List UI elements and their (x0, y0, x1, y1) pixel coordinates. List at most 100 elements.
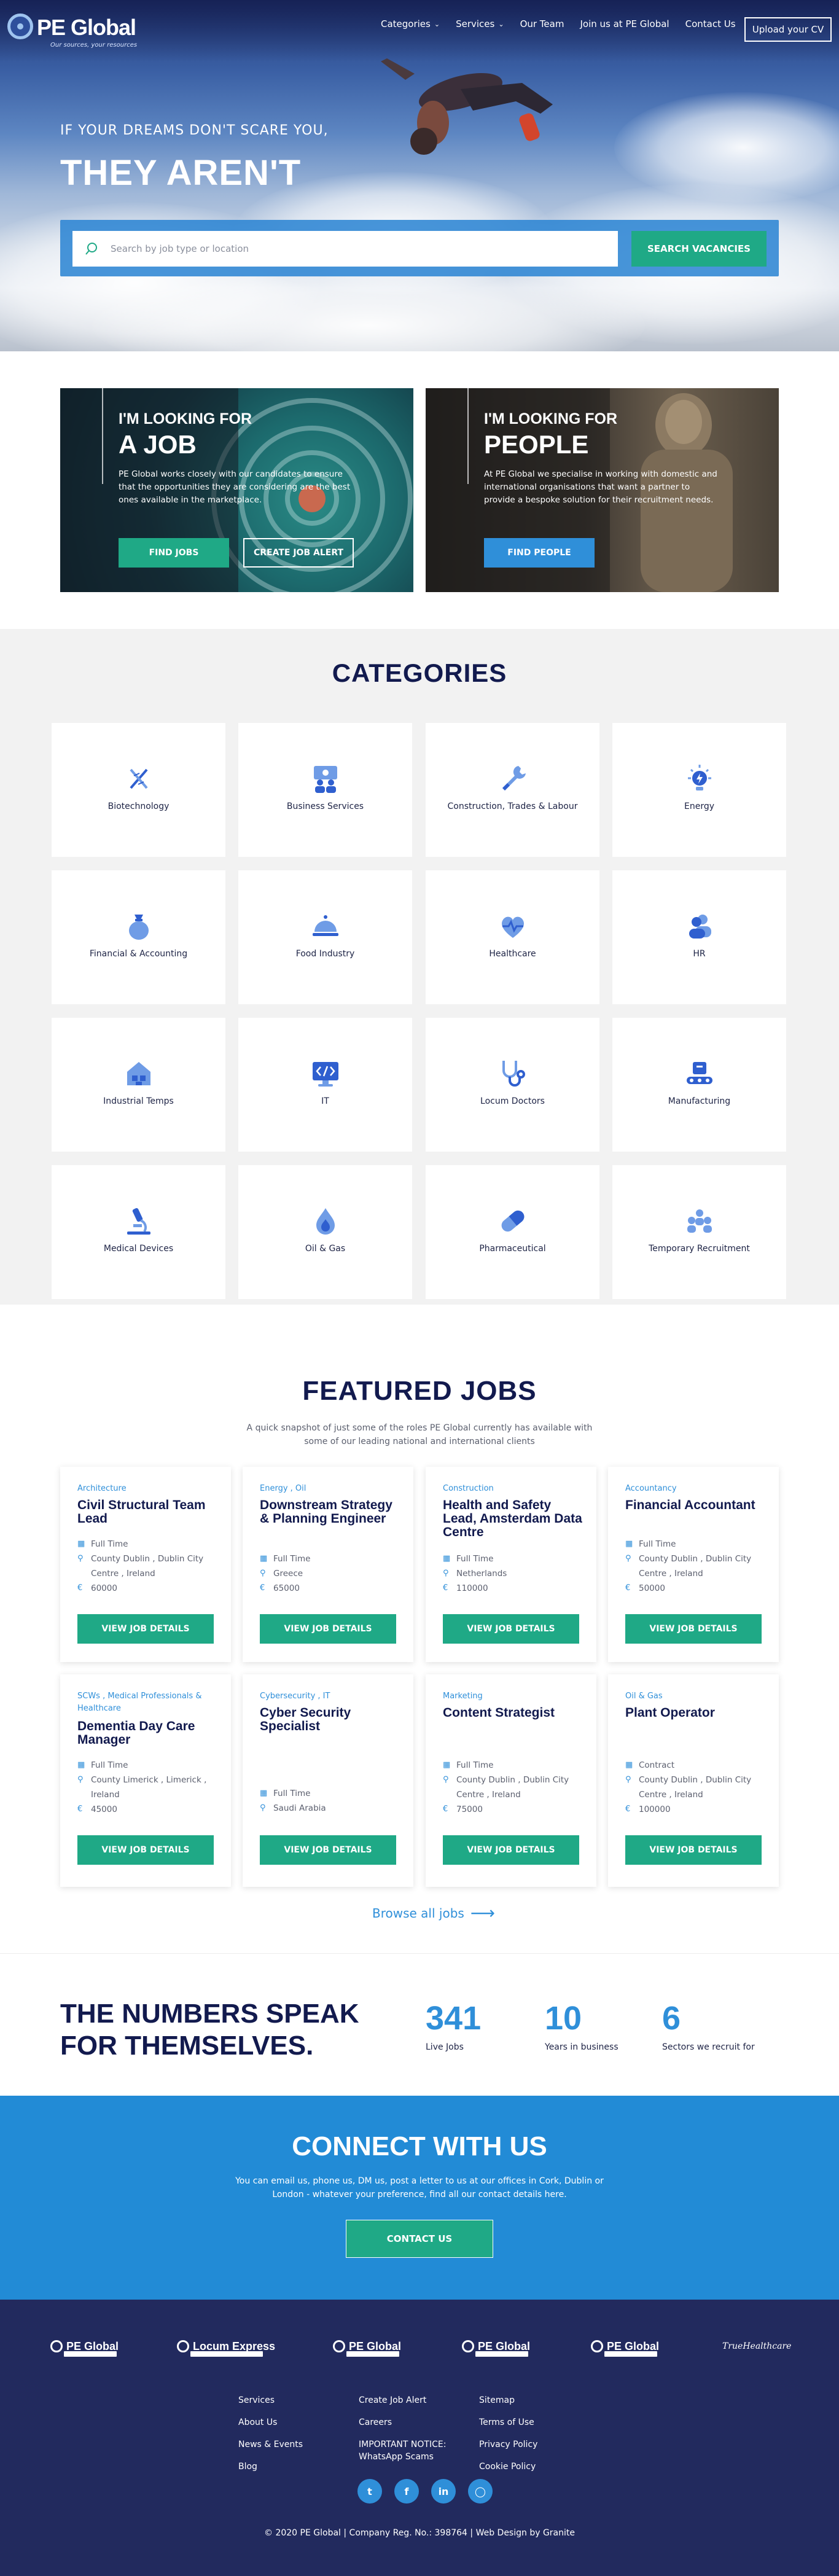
view-job-details-button[interactable]: VIEW JOB DETAILS (443, 1835, 579, 1865)
footer-logo[interactable]: PE Global (50, 2335, 119, 2357)
category-it[interactable]: IT (238, 1018, 412, 1152)
category-medical-devices[interactable]: Medical Devices (52, 1165, 225, 1299)
briefcase-icon: ▦ (625, 1760, 633, 1770)
browse-all-jobs-link[interactable]: Browse all jobs ⟶ (372, 1903, 495, 1923)
job-card[interactable]: Cybersecurity , IT Cyber Security Specia… (243, 1674, 413, 1887)
twitter-icon[interactable]: t (357, 2479, 382, 2504)
footer-link[interactable]: About Us (238, 2411, 303, 2434)
search-icon (85, 243, 97, 255)
job-title[interactable]: Financial Accountant (625, 1499, 770, 1512)
nav-categories[interactable]: Categories ⌄ (381, 18, 440, 29)
search-bar: SEARCH VACANCIES (60, 220, 779, 276)
job-title[interactable]: Cyber Security Specialist (260, 1706, 404, 1733)
job-card[interactable]: Oil & Gas Plant Operator ▦ Contract ⚲ Coun… (608, 1674, 779, 1887)
view-job-details-button[interactable]: VIEW JOB DETAILS (625, 1614, 762, 1644)
footer-link[interactable]: Cookie Policy (479, 2456, 537, 2478)
footer-link[interactable]: News & Events (238, 2434, 303, 2456)
linkedin-icon[interactable]: in (431, 2479, 456, 2504)
category-temporary-recruitment[interactable]: Temporary Recruitment (612, 1165, 786, 1299)
job-card[interactable]: Energy , Oil Downstream Strategy & Plann… (243, 1467, 413, 1662)
job-card[interactable]: SCWs , Medical Professionals & Healthcar… (60, 1674, 231, 1887)
footer-link[interactable]: Privacy Policy (479, 2434, 537, 2456)
heart-pulse-icon (501, 916, 524, 938)
footer-link[interactable]: Careers (359, 2411, 451, 2434)
footer-link[interactable]: Services (238, 2389, 303, 2411)
site-logo[interactable]: PE Global Our sources, your resources (7, 11, 149, 52)
view-job-details-button[interactable]: VIEW JOB DETAILS (443, 1614, 579, 1644)
job-title[interactable]: Dementia Day Care Manager (77, 1720, 222, 1747)
job-title[interactable]: Content Strategist (443, 1706, 587, 1720)
logo-mark-icon (333, 2340, 345, 2352)
category-hr[interactable]: HR (612, 870, 786, 1004)
view-job-details-button[interactable]: VIEW JOB DETAILS (260, 1614, 396, 1644)
job-card[interactable]: Accountancy Financial Accountant ▦ Full T… (608, 1467, 779, 1662)
contact-us-button[interactable]: CONTACT US (346, 2220, 493, 2258)
stat-label: Years in business (545, 2042, 619, 2052)
looking-for-people-card: I'M LOOKING FOR PEOPLE At PE Global we s… (426, 388, 779, 592)
job-title[interactable]: Downstream Strategy & Planning Engineer (260, 1499, 404, 1526)
footer-column: Create Job Alert Careers IMPORTANT NOTIC… (359, 2389, 451, 2463)
category-energy[interactable]: Energy (612, 723, 786, 857)
microscope-icon (127, 1208, 150, 1235)
location-pin-icon: ⚲ (625, 1775, 631, 1784)
footer-logo[interactable]: PE Global (333, 2335, 401, 2357)
nav-join-us[interactable]: Join us at PE Global (580, 18, 669, 29)
briefcase-icon: ▦ (443, 1554, 451, 1563)
footer-logo[interactable]: PE Global (462, 2335, 530, 2357)
job-title[interactable]: Plant Operator (625, 1706, 770, 1720)
category-industrial-temps[interactable]: Industrial Temps (52, 1018, 225, 1152)
dna-icon (129, 768, 148, 789)
footer-link[interactable]: Create Job Alert (359, 2389, 451, 2411)
category-financial[interactable]: Financial & Accounting (52, 870, 225, 1004)
view-job-details-button[interactable]: VIEW JOB DETAILS (260, 1835, 396, 1865)
wrench-icon (502, 766, 526, 790)
hero-title: THEY AREN'T (60, 153, 302, 193)
search-input[interactable] (72, 231, 618, 267)
footer-logo[interactable]: PE Global (591, 2335, 659, 2357)
logo-mark-icon (591, 2340, 603, 2352)
category-biotechnology[interactable]: Biotechnology (52, 723, 225, 857)
euro-icon: € (443, 1805, 448, 1814)
nav-contact-us[interactable]: Contact Us (685, 18, 736, 29)
facebook-icon[interactable]: f (394, 2479, 419, 2504)
category-pharmaceutical[interactable]: Pharmaceutical (426, 1165, 599, 1299)
category-food-industry[interactable]: Food Industry (238, 870, 412, 1004)
job-title[interactable]: Health and Safety Lead, Amsterdam Data C… (443, 1499, 587, 1539)
logo-mark-icon (50, 2340, 63, 2352)
find-people-button[interactable]: FIND PEOPLE (484, 538, 595, 568)
category-healthcare[interactable]: Healthcare (426, 870, 599, 1004)
footer-logo[interactable]: TrueHealthcare (722, 2335, 791, 2357)
category-construction[interactable]: Construction, Trades & Labour (426, 723, 599, 857)
category-manufacturing[interactable]: Manufacturing (612, 1018, 786, 1152)
instagram-icon[interactable]: ◯ (468, 2479, 493, 2504)
job-card[interactable]: Architecture Civil Structural Team Lead … (60, 1467, 231, 1662)
nav-services[interactable]: Services ⌄ (456, 18, 504, 29)
connect-text: You can email us, phone us, DM us, post … (235, 2176, 604, 2199)
create-job-alert-button[interactable]: CREATE JOB ALERT (243, 538, 354, 568)
footer-link[interactable]: Blog (238, 2456, 303, 2478)
view-job-details-button[interactable]: VIEW JOB DETAILS (625, 1835, 762, 1865)
job-title[interactable]: Civil Structural Team Lead (77, 1499, 222, 1526)
view-job-details-button[interactable]: VIEW JOB DETAILS (77, 1835, 214, 1865)
connect-title: CONNECT WITH US (292, 2131, 547, 2161)
category-locum-doctors[interactable]: Locum Doctors (426, 1018, 599, 1152)
arrow-right-icon: ⟶ (470, 1903, 495, 1923)
view-job-details-button[interactable]: VIEW JOB DETAILS (77, 1614, 214, 1644)
upload-cv-button[interactable]: Upload your CV (744, 17, 832, 42)
find-jobs-button[interactable]: FIND JOBS (119, 538, 229, 568)
category-business-services[interactable]: Business Services (238, 723, 412, 857)
code-monitor-icon (312, 1062, 338, 1087)
footer-link[interactable]: IMPORTANT NOTICE: WhatsApp Scams (359, 2438, 451, 2463)
footer-link[interactable]: Terms of Use (479, 2411, 537, 2434)
nav-our-team[interactable]: Our Team (520, 18, 564, 29)
job-card[interactable]: Marketing Content Strategist ▦ Full Time … (426, 1674, 596, 1887)
footer-logo[interactable]: Locum Express (177, 2335, 275, 2357)
footer-link[interactable]: Sitemap (479, 2389, 537, 2411)
category-oil-gas[interactable]: Oil & Gas (238, 1165, 412, 1299)
factory-icon (127, 1062, 150, 1085)
euro-icon: € (625, 1805, 631, 1814)
job-card[interactable]: Construction Health and Safety Lead, Ams… (426, 1467, 596, 1662)
euro-icon: € (625, 1583, 631, 1593)
main-nav: Categories ⌄ Services ⌄ Our Team Join us a… (381, 18, 752, 29)
search-vacancies-button[interactable]: SEARCH VACANCIES (631, 231, 767, 267)
